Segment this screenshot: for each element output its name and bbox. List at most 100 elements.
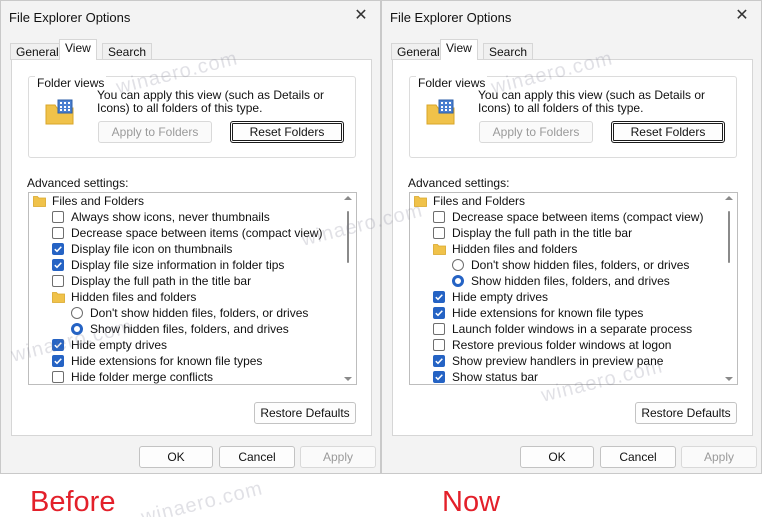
setting-label: Show preview handlers in preview pane [452, 354, 664, 368]
setting-row[interactable]: Display the full path in the title bar [410, 225, 722, 241]
checkbox-checked[interactable] [52, 243, 64, 255]
setting-row[interactable]: Restore previous folder windows at logon [410, 337, 722, 353]
setting-label: Hidden files and folders [71, 290, 197, 304]
apply-button[interactable]: Apply [681, 446, 757, 468]
radio-selected[interactable] [452, 275, 464, 287]
radio-unselected[interactable] [452, 259, 464, 271]
apply-to-folders-button[interactable]: Apply to Folders [479, 121, 593, 143]
setting-row[interactable]: Show preview handlers in preview pane [410, 353, 722, 369]
radio-selected[interactable] [71, 323, 83, 335]
setting-label: Show hidden files, folders, and drives [90, 322, 289, 336]
apply-to-folders-button[interactable]: Apply to Folders [98, 121, 212, 143]
setting-row[interactable]: Don't show hidden files, folders, or dri… [29, 305, 341, 321]
setting-label: Display the full path in the title bar [71, 274, 252, 288]
checkbox-checked[interactable] [433, 307, 445, 319]
scroll-down-icon[interactable] [725, 377, 733, 381]
folder-views-title: Folder views [35, 76, 107, 90]
advanced-settings-label: Advanced settings: [408, 176, 510, 190]
restore-defaults-button[interactable]: Restore Defaults [254, 402, 356, 424]
setting-row[interactable]: Display the full path in the title bar [29, 273, 341, 289]
file-explorer-options-dialog-now: File Explorer Options ✕ General View Sea… [381, 0, 762, 474]
scroll-thumb[interactable] [728, 211, 730, 263]
settings-list: Files and Folders Always show icons, neve… [29, 193, 341, 384]
close-icon[interactable]: ✕ [352, 6, 370, 26]
title-bar: File Explorer Options ✕ [382, 1, 761, 33]
setting-row[interactable]: Don't show hidden files, folders, or dri… [410, 257, 722, 273]
checkbox-unchecked[interactable] [52, 227, 64, 239]
setting-label: Hide folder merge conflicts [71, 370, 214, 384]
setting-row[interactable]: Display file size information in folder … [29, 257, 341, 273]
view-tab-panel: Folder views You can apply this view (su… [392, 59, 753, 436]
reset-folders-button[interactable]: Reset Folders [230, 121, 344, 143]
tab-view[interactable]: View [440, 39, 478, 60]
checkbox-unchecked[interactable] [52, 275, 64, 287]
scroll-up-icon[interactable] [344, 196, 352, 200]
scroll-thumb[interactable] [347, 211, 349, 263]
checkbox-checked[interactable] [433, 355, 445, 367]
tab-search[interactable]: Search [102, 43, 153, 60]
checkbox-unchecked[interactable] [52, 211, 64, 223]
setting-row[interactable]: Launch folder windows in a separate proc… [410, 321, 722, 337]
restore-defaults-button[interactable]: Restore Defaults [635, 402, 737, 424]
setting-label: Decrease space between items (compact vi… [71, 226, 323, 240]
folder-views-group: Folder views You can apply this view (su… [409, 76, 737, 158]
close-icon[interactable]: ✕ [733, 6, 751, 26]
setting-row[interactable]: Hide extensions for known file types [410, 305, 722, 321]
setting-label: Files and Folders [52, 194, 145, 208]
setting-label: Files and Folders [433, 194, 526, 208]
folder-view-icon [45, 99, 75, 125]
tab-view[interactable]: View [59, 39, 97, 60]
checkbox-checked[interactable] [52, 339, 64, 351]
tab-general[interactable]: General [10, 43, 65, 60]
checkbox-checked[interactable] [433, 291, 445, 303]
setting-row[interactable]: Hide extensions for known file types [29, 353, 341, 369]
setting-row: Hidden files and folders [410, 241, 722, 257]
checkbox-checked[interactable] [433, 371, 445, 383]
setting-row[interactable]: Always show icons, never thumbnails [29, 209, 341, 225]
setting-label: Don't show hidden files, folders, or dri… [90, 306, 309, 320]
setting-row[interactable]: Hide folder merge conflicts [29, 369, 341, 384]
now-caption: Now [442, 486, 501, 517]
checkbox-unchecked[interactable] [433, 323, 445, 335]
setting-label: Hidden files and folders [452, 242, 578, 256]
checkbox-unchecked[interactable] [433, 227, 445, 239]
checkbox-checked[interactable] [52, 355, 64, 367]
advanced-settings-tree[interactable]: Files and Folders Always show icons, neve… [28, 192, 357, 385]
scroll-up-icon[interactable] [725, 196, 733, 200]
setting-row[interactable]: Decrease space between items (compact vi… [410, 209, 722, 225]
setting-row[interactable]: Hide empty drives [29, 337, 341, 353]
folder-icon [414, 195, 427, 207]
title-bar: File Explorer Options ✕ [1, 1, 380, 33]
advanced-settings-tree[interactable]: Files and Folders Decrease space between … [409, 192, 738, 385]
setting-row[interactable]: Display file icon on thumbnails [29, 241, 341, 257]
setting-row[interactable]: Show status bar [410, 369, 722, 384]
before-caption: Before [30, 486, 116, 517]
setting-label: Show status bar [452, 370, 539, 384]
tree-scrollbar[interactable] [721, 193, 737, 384]
cancel-button[interactable]: Cancel [219, 446, 295, 468]
setting-row[interactable]: Decrease space between items (compact vi… [29, 225, 341, 241]
ok-button[interactable]: OK [520, 446, 594, 468]
tab-general[interactable]: General [391, 43, 446, 60]
radio-unselected[interactable] [71, 307, 83, 319]
cancel-button[interactable]: Cancel [600, 446, 676, 468]
ok-button[interactable]: OK [139, 446, 213, 468]
window-title: File Explorer Options [390, 10, 512, 25]
setting-row[interactable]: Show hidden files, folders, and drives [29, 321, 341, 337]
view-tab-panel: Folder views You can apply this view (su… [11, 59, 372, 436]
checkbox-unchecked[interactable] [433, 339, 445, 351]
tab-search[interactable]: Search [483, 43, 534, 60]
setting-row: Hidden files and folders [29, 289, 341, 305]
folder-icon [433, 243, 446, 255]
folder-views-group: Folder views You can apply this view (su… [28, 76, 356, 158]
setting-label: Display the full path in the title bar [452, 226, 633, 240]
checkbox-unchecked[interactable] [52, 371, 64, 383]
setting-row[interactable]: Hide empty drives [410, 289, 722, 305]
checkbox-checked[interactable] [52, 259, 64, 271]
tree-scrollbar[interactable] [340, 193, 356, 384]
checkbox-unchecked[interactable] [433, 211, 445, 223]
setting-row[interactable]: Show hidden files, folders, and drives [410, 273, 722, 289]
reset-folders-button[interactable]: Reset Folders [611, 121, 725, 143]
apply-button[interactable]: Apply [300, 446, 376, 468]
scroll-down-icon[interactable] [344, 377, 352, 381]
